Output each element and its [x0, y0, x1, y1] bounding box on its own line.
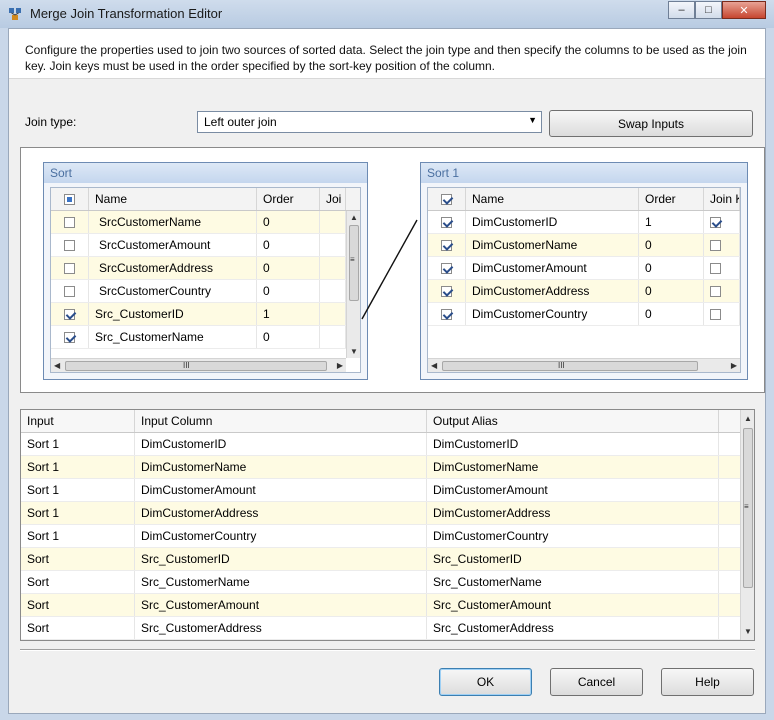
col-input[interactable]: Input — [21, 410, 135, 432]
description-panel: Configure the properties used to join tw… — [9, 29, 765, 79]
cell-input[interactable]: Sort 1 — [21, 502, 135, 524]
cell-output-alias[interactable]: DimCustomerName — [427, 456, 719, 478]
cell-output-alias[interactable]: DimCustomerAmount — [427, 479, 719, 501]
cell-input[interactable]: Sort — [21, 571, 135, 593]
table-row[interactable]: Sort Src_CustomerAddress Src_CustomerAdd… — [21, 617, 754, 640]
output-columns-grid: Input Input Column Output Alias Sort 1 D… — [20, 409, 755, 641]
cell-output-alias[interactable]: DimCustomerCountry — [427, 525, 719, 547]
description-text: Configure the properties used to join tw… — [25, 43, 747, 73]
close-button[interactable]: ✕ — [722, 1, 766, 19]
cell-output-alias[interactable]: Src_CustomerAmount — [427, 594, 719, 616]
merge-join-app-icon — [9, 8, 21, 20]
table-row[interactable]: Sort 1 DimCustomerCountry DimCustomerCou… — [21, 525, 754, 548]
cell-output-alias[interactable]: Src_CustomerAddress — [427, 617, 719, 639]
scroll-up-icon[interactable]: ▲ — [744, 414, 752, 423]
cell-input[interactable]: Sort — [21, 548, 135, 570]
cell-input[interactable]: Sort 1 — [21, 479, 135, 501]
table-row[interactable]: Sort Src_CustomerAmount Src_CustomerAmou… — [21, 594, 754, 617]
table-row[interactable]: Sort 1 DimCustomerID DimCustomerID — [21, 433, 754, 456]
table-row[interactable]: Sort 1 DimCustomerAmount DimCustomerAmou… — [21, 479, 754, 502]
cell-input[interactable]: Sort — [21, 617, 135, 639]
table-row[interactable]: Sort Src_CustomerID Src_CustomerID — [21, 548, 754, 571]
join-designer-area: Sort Name Order Joi SrcCustomerName 0 Sr… — [20, 147, 765, 393]
cell-input-column[interactable]: Src_CustomerAddress — [135, 617, 427, 639]
cell-input-column[interactable]: Src_CustomerName — [135, 571, 427, 593]
cancel-button[interactable]: Cancel — [550, 668, 643, 696]
cell-input[interactable]: Sort 1 — [21, 525, 135, 547]
ok-button[interactable]: OK — [439, 668, 532, 696]
title-bar: Merge Join Transformation Editor – □ ✕ — [0, 0, 774, 28]
scroll-down-icon[interactable]: ▼ — [744, 627, 752, 636]
cell-input-column[interactable]: DimCustomerName — [135, 456, 427, 478]
cell-input[interactable]: Sort 1 — [21, 433, 135, 455]
table-row[interactable]: Sort 1 DimCustomerAddress DimCustomerAdd… — [21, 502, 754, 525]
output-vertical-scrollbar[interactable]: ▲ ≡ ▼ — [740, 410, 754, 640]
window-title: Merge Join Transformation Editor — [30, 6, 223, 21]
maximize-button[interactable]: □ — [695, 1, 722, 19]
cell-input-column[interactable]: DimCustomerCountry — [135, 525, 427, 547]
join-type-label: Join type: — [25, 115, 77, 129]
cell-input[interactable]: Sort — [21, 594, 135, 616]
col-input-column[interactable]: Input Column — [135, 410, 427, 432]
separator — [20, 649, 755, 651]
chevron-down-icon: ▼ — [528, 115, 537, 125]
cell-input[interactable]: Sort 1 — [21, 456, 135, 478]
dialog-client-area: Configure the properties used to join tw… — [8, 28, 766, 714]
join-type-value: Left outer join — [204, 115, 277, 129]
cell-input-column[interactable]: Src_CustomerID — [135, 548, 427, 570]
table-row[interactable]: Sort Src_CustomerName Src_CustomerName — [21, 571, 754, 594]
cell-output-alias[interactable]: Src_CustomerID — [427, 548, 719, 570]
join-type-select[interactable]: Left outer join ▼ — [197, 111, 542, 133]
cell-input-column[interactable]: DimCustomerAddress — [135, 502, 427, 524]
cell-output-alias[interactable]: DimCustomerAddress — [427, 502, 719, 524]
swap-inputs-button[interactable]: Swap Inputs — [549, 110, 753, 137]
help-button[interactable]: Help — [661, 668, 754, 696]
cell-input-column[interactable]: Src_CustomerAmount — [135, 594, 427, 616]
table-row[interactable]: Sort 1 DimCustomerName DimCustomerName — [21, 456, 754, 479]
cell-input-column[interactable]: DimCustomerID — [135, 433, 427, 455]
col-output-alias[interactable]: Output Alias — [427, 410, 719, 432]
grip-icon: ≡ — [744, 502, 749, 511]
minimize-button[interactable]: – — [668, 1, 695, 19]
cell-output-alias[interactable]: DimCustomerID — [427, 433, 719, 455]
join-link-line[interactable] — [21, 148, 766, 394]
cell-input-column[interactable]: DimCustomerAmount — [135, 479, 427, 501]
cell-output-alias[interactable]: Src_CustomerName — [427, 571, 719, 593]
